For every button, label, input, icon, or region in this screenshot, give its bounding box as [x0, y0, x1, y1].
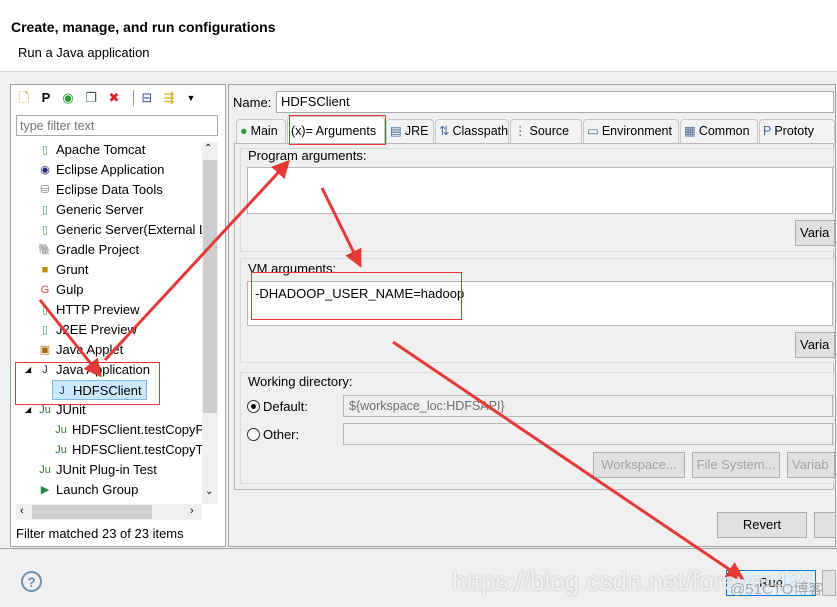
- arrow-to-java-application: [38, 299, 102, 378]
- watermark-logo: @51CTO博客: [730, 581, 824, 598]
- arrow-to-arguments-tab: [103, 159, 291, 362]
- arrow-to-vm-arguments: [320, 187, 362, 268]
- annotation-arrows: [38, 159, 745, 580]
- arrow-to-run-button: [392, 340, 745, 580]
